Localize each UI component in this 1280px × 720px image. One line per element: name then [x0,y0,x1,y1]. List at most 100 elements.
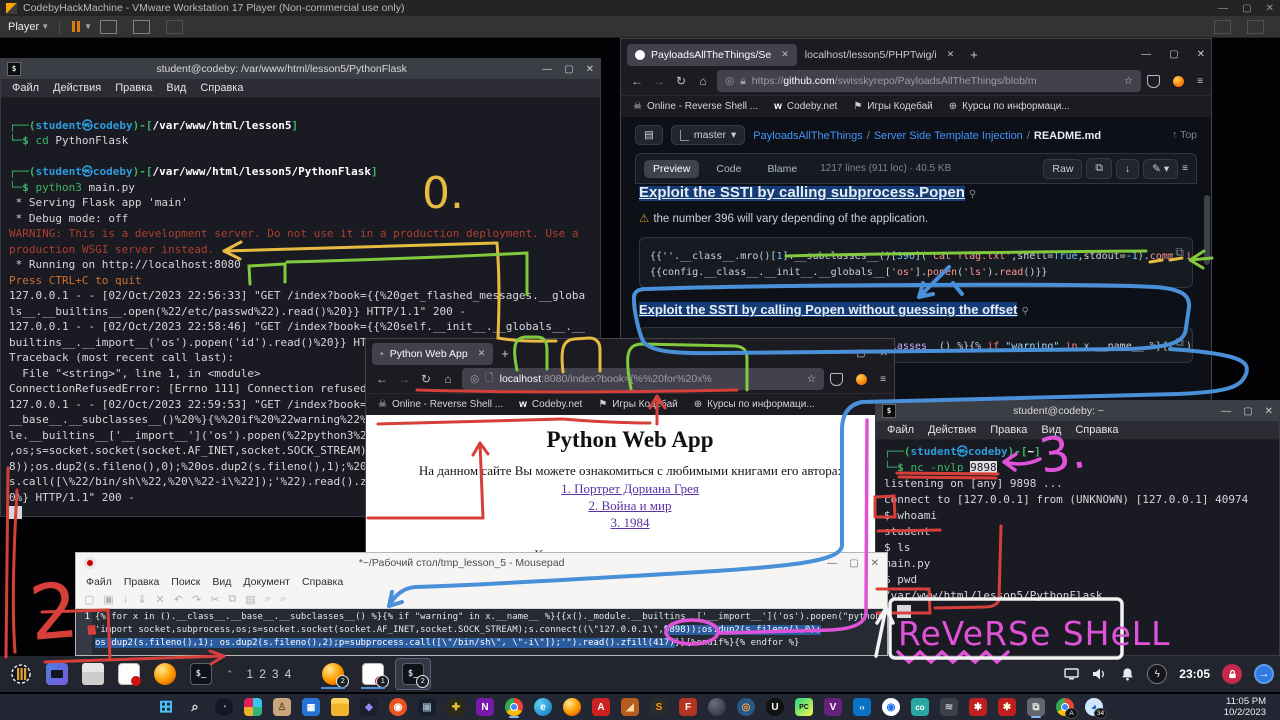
reload-icon[interactable]: ↻ [673,74,689,88]
workspace-1[interactable]: 1 [244,667,257,681]
menu-item[interactable]: Правка [118,576,165,588]
kali-menu-button[interactable] [6,659,36,689]
bookmark-flag[interactable]: ⚑Игры Кодебай [853,101,932,112]
taskbar-unity-cube-button[interactable]: ▣ [416,696,438,718]
bookmark-skull[interactable]: ☠Online - Reverse Shell ... [378,399,503,410]
book-link-2[interactable]: 2. Война и мир [366,498,894,514]
taskbar-explorer-button[interactable] [329,696,351,718]
open-icon[interactable]: ▣ [103,593,113,606]
taskbar-speedtest-button[interactable]: ◔ [213,696,235,718]
forward-icon[interactable]: → [396,372,412,386]
file-tree-button[interactable]: ▤ [635,125,663,145]
taskbar-wing-button[interactable]: ≋ [938,696,960,718]
task-button-mousepad[interactable]: 1 [356,659,390,689]
back-to-top-button[interactable]: ↑ Top [1172,129,1197,141]
redo-icon[interactable]: ↷ [192,593,201,606]
copy-icon[interactable]: ⧉ [228,593,236,606]
menu-item[interactable]: Файл [880,424,921,436]
cut-icon[interactable]: ✂ [210,593,219,606]
window-maximize-button[interactable]: ▢ [856,348,865,359]
clock[interactable]: 23:05 [1179,667,1210,681]
taskbar-start-button[interactable]: ⊞ [155,696,177,718]
taskbar-chrome-button[interactable]: A [1054,696,1076,718]
taskbar-edge-button[interactable]: e [532,696,554,718]
pause-button[interactable] [72,21,80,32]
ctrl-alt-del-button[interactable] [100,20,117,34]
new-tab-button[interactable]: + [970,47,978,62]
tab-payloadsallthethings[interactable]: PayloadsAllTheThings/Se ✕ [627,44,797,66]
window-close-button[interactable]: ✕ [871,558,879,569]
launcher-mousepad[interactable] [114,659,144,689]
url-bar[interactable]: ◎ 🔒︎ https://github.com/swisskyrepo/Payl… [717,70,1141,92]
extension-icon[interactable] [856,374,867,385]
workspace-2[interactable]: 2 [256,667,269,681]
taskbar-slack-button[interactable] [242,696,264,718]
taskbar-sphere-button[interactable] [706,696,728,718]
taskbar-cheat-engine-button[interactable]: ◢ [619,696,641,718]
home-icon[interactable]: ⌂ [695,74,711,88]
launcher-terminal[interactable] [186,659,216,689]
taskbar-gear-red-button[interactable]: ✱ [967,696,989,718]
menu-item[interactable]: Поиск [165,576,206,588]
breadcrumb-folder-link[interactable]: Server Side Template Injection [874,130,1023,142]
replace-icon[interactable]: ⌕ [280,593,286,606]
taskbar-teal-app-button[interactable]: co [909,696,931,718]
window-close-button[interactable]: ✕ [1197,49,1205,60]
menu-item[interactable]: Справка [1068,424,1125,436]
bookmark-flag[interactable]: ⚑Игры Кодебай [598,399,677,410]
breadcrumb-repo-link[interactable]: PayloadsAllTheThings [753,130,862,142]
menu-item[interactable]: Справка [296,576,349,588]
workspace-switcher[interactable]: 1234 [244,665,295,683]
window-minimize-button[interactable]: — [832,348,842,359]
back-icon[interactable]: ← [629,74,645,88]
menu-item[interactable]: Правка [983,424,1034,436]
menu-item[interactable]: Документ [237,576,296,588]
tab-close-icon[interactable]: ✕ [781,49,789,60]
save-icon[interactable]: ↓ [123,593,129,605]
bookmark-star-icon[interactable]: ☆ [1124,75,1133,87]
taskbar-visual-studio-button[interactable]: V [822,696,844,718]
menu-item[interactable]: Вид [206,576,237,588]
vmware-close-button[interactable]: ✕ [1266,3,1274,14]
menu-item[interactable]: Вид [1034,424,1068,436]
window-maximize-button[interactable]: ▢ [1169,49,1178,60]
menu-item[interactable]: Вид [159,82,193,94]
window-minimize-button[interactable]: — [542,64,552,75]
taskbar-flstudio-button[interactable]: F [677,696,699,718]
tab-code[interactable]: Code [707,160,750,178]
fullscreen-button[interactable] [133,20,150,34]
anchor-link-icon[interactable]: ⚲ [969,189,976,200]
window-maximize-button[interactable]: ▢ [1243,406,1252,417]
vmware-maximize-button[interactable]: ▢ [1242,3,1251,14]
taskbar-vmware-button[interactable]: ⧉ [1025,696,1047,718]
book-link-1[interactable]: 1. Портрет Дориана Грея [366,481,894,497]
taskbar-search-button[interactable]: ⌕ [184,696,206,718]
volume-icon[interactable] [1091,666,1107,682]
download-button[interactable]: ↓ [1116,159,1139,179]
bookmark-star-icon[interactable]: ☆ [807,373,816,385]
power-manager-icon[interactable]: ϟ [1147,664,1167,684]
extension-icon[interactable] [1173,76,1184,87]
close-icon[interactable]: ✕ [156,593,165,606]
taskbar-pie-button[interactable]: ◕34 [1083,696,1105,718]
window-maximize-button[interactable]: ▢ [564,64,573,75]
new-icon[interactable]: ▢ [84,593,94,606]
workspace-3[interactable]: 3 [269,667,282,681]
copy-code-icon[interactable]: ⧉ [1173,243,1186,262]
window-close-button[interactable]: ✕ [586,64,594,75]
menu-item[interactable]: Действия [46,82,108,94]
menu-item[interactable]: Действия [921,424,983,436]
taskbar-chrome-button[interactable] [503,696,525,718]
menu-hamburger-icon[interactable]: ≡ [880,374,886,385]
window-close-button[interactable]: ✕ [1265,406,1273,417]
display-tray-icon[interactable] [1063,666,1079,682]
bookmark-w[interactable]: wCodeby.net [774,101,837,112]
tab-close-icon[interactable]: ✕ [947,49,955,60]
vmware-minimize-button[interactable]: — [1218,3,1228,14]
tab-preview[interactable]: Preview [644,160,699,178]
branch-selector[interactable]: master ▾ [671,125,745,145]
new-tab-button[interactable]: + [501,346,509,361]
outline-button[interactable]: ≡ [1182,163,1188,174]
taskbar-blender-button[interactable]: ◎ [735,696,757,718]
forward-icon[interactable]: → [651,74,667,88]
